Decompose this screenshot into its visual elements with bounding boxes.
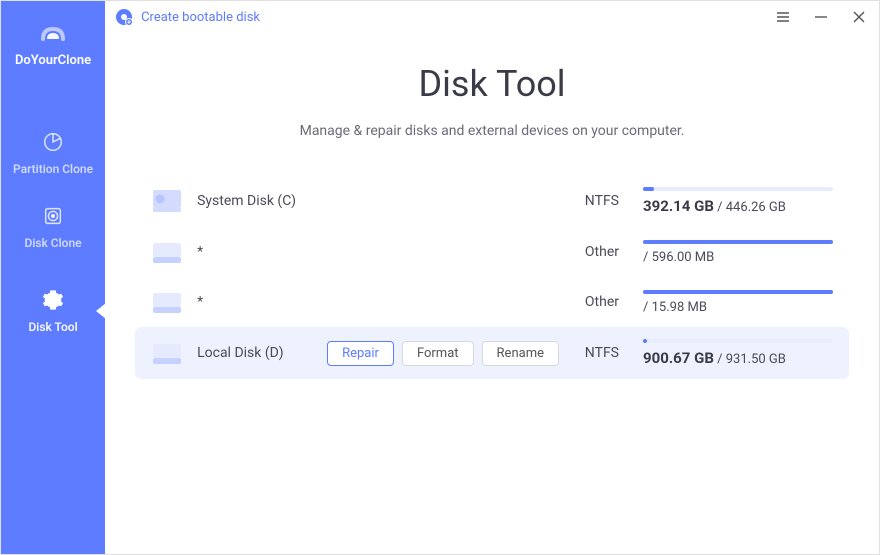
repair-button[interactable]: Repair <box>327 341 394 366</box>
page-title: Disk Tool <box>135 63 849 105</box>
disk-row[interactable]: System Disk (C) NTFS 392.14 GB / 446.26 … <box>135 175 849 227</box>
app-logo: DoYourClone <box>15 21 91 68</box>
disk-storage: 392.14 GB / 446.26 GB <box>643 187 833 215</box>
disk-actions: Repair Format Rename <box>327 341 559 366</box>
disk-name: Local Disk (D) <box>197 345 327 361</box>
rename-button[interactable]: Rename <box>482 341 559 366</box>
disk-icon <box>151 340 183 366</box>
create-bootable-disk-label: Create bootable disk <box>141 10 260 25</box>
disk-row[interactable]: * Other / 596.00 MB <box>135 227 849 277</box>
sidebar-item-label: Disk Tool <box>28 320 77 334</box>
gear-icon <box>41 288 65 312</box>
disk-storage: / 15.98 MB <box>643 290 833 315</box>
disk-row[interactable]: * Other / 15.98 MB <box>135 277 849 327</box>
sidebar: DoYourClone Partition Clone Disk Clone D… <box>1 1 105 554</box>
main: Create bootable disk Disk Tool Manage & … <box>105 1 879 554</box>
sidebar-item-disk-tool[interactable]: Disk Tool <box>1 274 105 348</box>
partition-clone-icon <box>41 130 65 154</box>
content: Disk Tool Manage & repair disks and exte… <box>105 33 879 554</box>
disk-filesystem: Other <box>559 294 619 310</box>
sidebar-item-disk-clone[interactable]: Disk Clone <box>1 190 105 264</box>
disk-row[interactable]: Local Disk (D) Repair Format Rename NTFS… <box>135 327 849 379</box>
create-bootable-disk-button[interactable]: Create bootable disk <box>115 8 260 26</box>
disk-name: * <box>197 244 327 260</box>
sidebar-item-label: Partition Clone <box>13 162 93 176</box>
titlebar: Create bootable disk <box>105 1 879 33</box>
disk-icon <box>151 289 183 315</box>
disk-clone-icon <box>41 204 65 228</box>
menu-button[interactable] <box>773 7 793 27</box>
disk-storage: 900.67 GB / 931.50 GB <box>643 339 833 367</box>
disk-name: System Disk (C) <box>197 193 327 209</box>
logo-icon <box>35 21 71 45</box>
disk-filesystem: NTFS <box>559 345 619 361</box>
page-subtitle: Manage & repair disks and external devic… <box>135 123 849 139</box>
disk-name: * <box>197 294 327 310</box>
bootable-disk-icon <box>115 8 133 26</box>
disk-filesystem: Other <box>559 244 619 260</box>
minimize-button[interactable] <box>811 7 831 27</box>
disk-filesystem: NTFS <box>559 193 619 209</box>
sidebar-item-partition-clone[interactable]: Partition Clone <box>1 116 105 190</box>
disk-list: System Disk (C) NTFS 392.14 GB / 446.26 … <box>135 175 849 379</box>
system-disk-icon <box>151 188 183 214</box>
close-button[interactable] <box>849 7 869 27</box>
window-controls <box>773 7 869 27</box>
disk-storage: / 596.00 MB <box>643 240 833 265</box>
app-name: DoYourClone <box>15 53 91 68</box>
format-button[interactable]: Format <box>402 341 474 366</box>
disk-icon <box>151 239 183 265</box>
sidebar-item-label: Disk Clone <box>24 236 81 250</box>
